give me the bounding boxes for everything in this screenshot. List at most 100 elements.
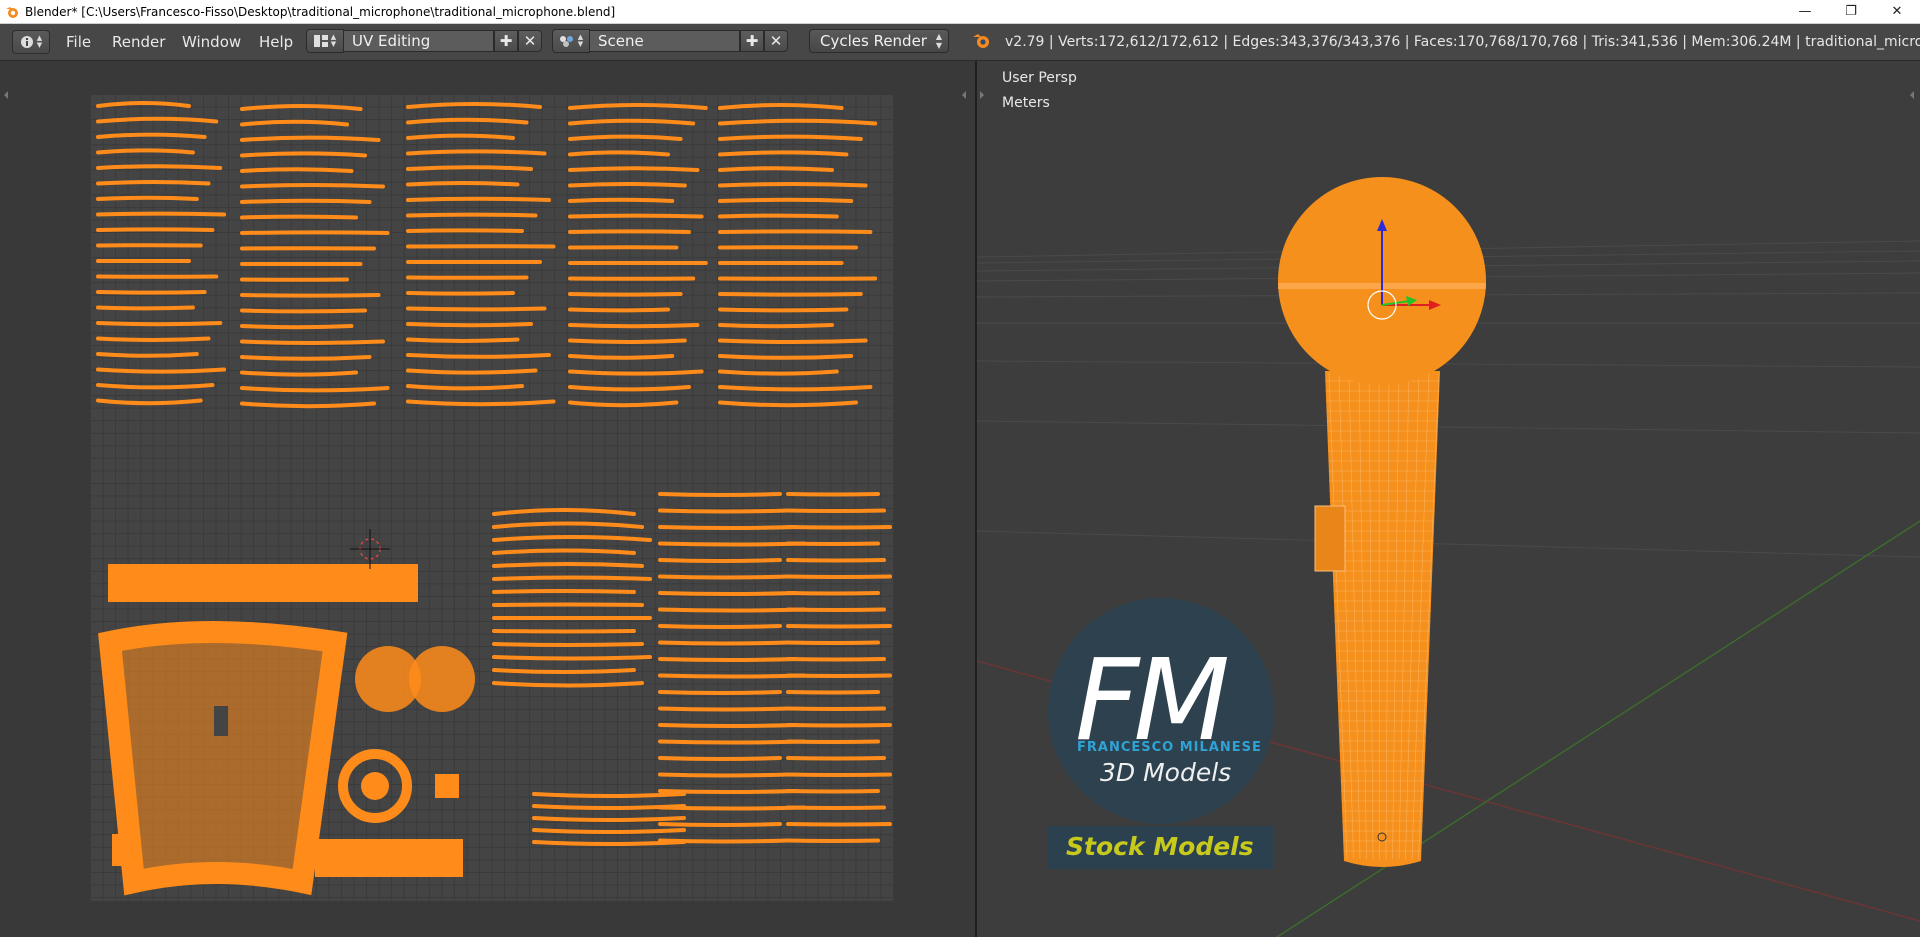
uv-island	[658, 723, 798, 728]
uv-island	[568, 197, 675, 203]
watermark-tagline: 3D Models	[1100, 758, 1232, 787]
uv-island	[96, 101, 191, 108]
uv-island	[96, 398, 203, 406]
uv-island	[406, 117, 529, 125]
uv-island	[718, 213, 839, 219]
uv-island	[658, 591, 798, 596]
uv-island	[532, 816, 686, 822]
uv-island	[786, 805, 886, 810]
uv-island	[406, 181, 520, 187]
uv-island	[568, 307, 670, 313]
scene-statistics: v2.79 | Verts:172,612/172,612 | Edges:34…	[1005, 34, 1920, 50]
uv-island	[240, 183, 385, 189]
menu-help[interactable]: Help	[259, 33, 293, 51]
uv-island	[96, 352, 199, 358]
uv-island	[492, 681, 644, 688]
restore-button[interactable]: ❐	[1828, 0, 1874, 23]
uv-island	[786, 756, 886, 761]
screen-layout-button[interactable]: ▲ ▼	[306, 29, 344, 53]
uv-island	[96, 148, 195, 155]
uv-island	[240, 119, 349, 127]
uv-island	[96, 211, 227, 217]
window-titlebar: Blender* [C:\Users\Francesco-Fisso\Deskt…	[0, 0, 1920, 24]
uv-island	[568, 400, 679, 408]
delete-layout-button[interactable]: ✕	[518, 30, 542, 52]
uv-island	[240, 104, 363, 111]
updown-arrows-icon: ▲ ▼	[330, 33, 337, 48]
scene-browse-button[interactable]: ▲ ▼	[552, 29, 590, 53]
uv-grid-canvas[interactable]	[90, 94, 894, 901]
uv-island	[718, 338, 868, 344]
delete-scene-button[interactable]: ✕	[764, 30, 788, 52]
uv-island	[406, 337, 520, 343]
uv-island	[315, 839, 463, 877]
uv-island	[718, 369, 839, 376]
region-toggle-icon[interactable]	[962, 91, 966, 99]
uv-island	[568, 385, 691, 392]
scene-field[interactable]: Scene	[590, 30, 740, 52]
render-engine-dropdown[interactable]: Cycles Render ▲ ▼	[809, 29, 949, 53]
menu-window[interactable]: Window	[182, 33, 241, 51]
add-scene-button[interactable]: ✚	[740, 30, 764, 52]
uv-island	[568, 182, 687, 188]
blender-logo-icon	[973, 34, 989, 48]
uv-island	[718, 118, 878, 126]
uv-island	[406, 384, 524, 391]
uv-island	[658, 789, 798, 794]
uv-island	[658, 657, 798, 662]
add-layout-button[interactable]: ✚	[494, 30, 518, 52]
close-icon: ✕	[523, 32, 537, 50]
uv-island	[658, 673, 806, 679]
screen-layout-field[interactable]: UV Editing	[344, 30, 494, 52]
region-toggle-icon[interactable]	[980, 91, 984, 99]
uv-island	[406, 306, 547, 312]
close-icon: ✕	[769, 32, 783, 50]
uv-island	[492, 655, 652, 661]
uv-island	[658, 706, 790, 712]
uv-island	[409, 646, 475, 712]
uv-island	[108, 564, 418, 602]
info-header: ▲ ▼ File Render Window Help ▲ ▼ UV Editing…	[0, 24, 1920, 61]
uv-island	[718, 103, 844, 110]
close-button[interactable]: ✕	[1874, 0, 1920, 23]
uv-island	[361, 772, 389, 800]
uv-island	[658, 525, 798, 530]
uv-island	[96, 227, 215, 232]
uv-island	[96, 367, 227, 374]
uv-island	[786, 822, 892, 827]
uv-island	[240, 151, 367, 158]
view-name-label: User Persp	[1002, 70, 1077, 86]
uv-image-editor[interactable]	[0, 61, 975, 937]
menu-file[interactable]: File	[66, 33, 91, 51]
watermark-badge-label: Stock Models	[1066, 832, 1254, 861]
uv-island	[718, 323, 834, 329]
uv-island	[240, 386, 390, 393]
scene-icon	[559, 36, 573, 47]
uv-island	[786, 673, 892, 678]
uv-island	[658, 624, 782, 629]
uv-island	[718, 197, 854, 203]
uv-island	[658, 739, 806, 745]
uv-island	[786, 838, 880, 843]
uv-island	[110, 632, 335, 882]
region-toggle-icon[interactable]	[1910, 91, 1914, 99]
uv-island	[492, 562, 644, 568]
menu-render[interactable]: Render	[112, 33, 165, 51]
uv-island	[240, 293, 381, 298]
blender-logo-icon	[6, 6, 18, 18]
uv-island	[492, 602, 644, 607]
uv-island	[786, 591, 880, 596]
uv-island	[492, 548, 636, 555]
uv-island	[718, 307, 849, 313]
uv-island	[658, 772, 790, 778]
uv-island	[96, 321, 223, 327]
uv-island	[435, 774, 459, 798]
updown-arrows-icon: ▲ ▼	[935, 32, 942, 50]
uv-island	[492, 508, 636, 516]
minimize-button[interactable]: —	[1782, 0, 1828, 23]
uv-island	[96, 132, 207, 139]
editor-type-button[interactable]: ▲ ▼	[12, 30, 50, 54]
uv-island	[568, 134, 683, 141]
region-toggle-icon[interactable]	[4, 91, 8, 99]
uv-island	[406, 212, 538, 218]
